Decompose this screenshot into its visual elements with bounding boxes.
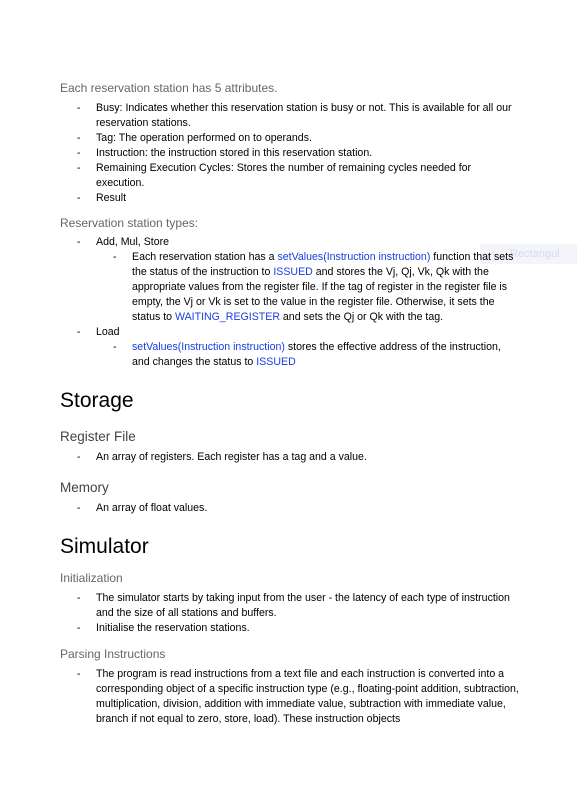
issued-link: ISSUED [256,356,296,368]
memory-heading: Memory [60,480,109,495]
arith-sublist: - Each reservation station has a setValue… [96,250,520,325]
list-item: - Add, Mul, Store - Each reservation stati… [60,235,520,325]
list-item: - An array of registers. Each register ha… [77,451,367,463]
parsing-list: - The program is read instructions from a… [60,667,520,727]
load-sublist: - setValues(Instruction instruction) stor… [96,340,520,370]
list-item: - Busy: Indicates whether this reservatio… [77,102,512,129]
waiting-register-link: WAITING_REGISTER [175,311,280,323]
list-item: - The simulator starts by taking input fr… [77,592,510,619]
setvalues-link: setValues(Instruction instruction) [132,341,285,353]
list-item: - Remaining Execution Cycles: Stores the … [77,162,472,189]
list-item: - Tag: The operation performed on to oper… [77,132,312,144]
initialization-heading: Initialization [60,571,123,585]
register-file-list: - An array of registers. Each register ha… [60,450,520,465]
list-item: - The program is read instructions from a… [77,668,519,725]
list-item: - Instruction: the instruction stored in … [77,147,373,159]
setvalues-link: setValues(Instruction instruction) [277,251,431,263]
document-page: Each reservation station has 5 attribute… [60,80,520,727]
initialization-list: - The simulator starts by taking input fr… [60,591,520,636]
list-item: - An array of float values. [77,502,208,514]
memory-list: - An array of float values. [60,501,520,516]
simulator-title: Simulator [60,535,149,558]
issued-link: ISSUED [273,266,313,278]
list-item: - Each reservation station has a setValue… [113,251,514,323]
list-item: - Result [77,192,127,204]
rs-types-list: - Add, Mul, Store - Each reservation stati… [60,235,520,370]
list-item: - setValues(Instruction instruction) stor… [113,341,501,368]
list-item: - Initialise the reservation stations. [77,622,250,634]
storage-title: Storage [60,389,134,412]
attribute-list: - Busy: Indicates whether this reservatio… [60,101,520,206]
parsing-heading: Parsing Instructions [60,647,166,661]
rs-types-heading: Reservation station types: [60,216,199,230]
register-file-heading: Register File [60,429,136,444]
list-item: - Load - setValues(Instruction instruction… [60,325,520,370]
rs-intro: Each reservation station has 5 attribute… [60,81,278,95]
